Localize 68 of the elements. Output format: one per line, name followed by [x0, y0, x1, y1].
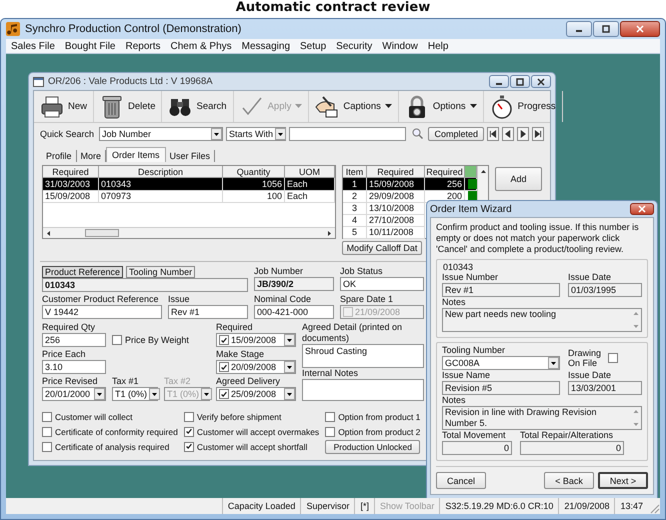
field-label: Price Revised	[42, 376, 99, 387]
table-cell: 3	[343, 202, 367, 215]
table-cell: 5	[343, 226, 367, 239]
table-cell: 29/09/2008	[367, 190, 425, 203]
field-label: Issue Date	[568, 370, 612, 381]
field-label: Agreed Detail (printed on documents)	[302, 322, 404, 344]
field-label: Issue	[168, 294, 191, 305]
field-label: Job Status	[340, 266, 384, 277]
table-cell: Each	[285, 178, 335, 191]
table-cell: 010343	[99, 178, 223, 191]
checkbox-label: Price By Weight	[125, 335, 189, 345]
table-cell: 1	[343, 178, 367, 191]
instructions-text: Confirm product and tooling issue. If this number is empty or does not match your paperwork click 'Cancel' and complete a product/tooling review.	[436, 222, 640, 255]
table-cell: 13/10/2008	[367, 202, 425, 215]
checkbox-label: Option from product 1	[338, 412, 420, 422]
checkbox-label: Customer will collect	[55, 412, 132, 422]
status-section: [*]	[354, 498, 374, 514]
field-label: Issue Name	[442, 370, 492, 381]
table-cell: 15/09/2008	[43, 190, 99, 203]
status-section: Show Toolbar	[374, 498, 440, 514]
checkbox-label: Verify before shipment	[196, 412, 282, 422]
field-label: Nominal Code	[254, 294, 312, 305]
field-label: Customer Product Reference	[42, 294, 160, 305]
field-label: Issue Date	[568, 272, 612, 283]
field-label: Price Each	[42, 349, 87, 360]
field-label: Required	[216, 322, 254, 333]
field-label: Total Movement	[442, 430, 507, 441]
status-section: S32:5.19.29 MD:6.0 CR:10	[439, 498, 558, 514]
field-label: Notes	[442, 297, 467, 308]
checkbox-label: Customer will accept shortfall	[196, 442, 308, 452]
field-label: Required Qty	[42, 322, 96, 333]
field-label: Issue Number	[442, 272, 500, 283]
checkbox-label: Option from product 2	[338, 426, 420, 436]
checkbox-label: Certificate of analysis required	[55, 442, 170, 452]
table-cell: 4	[343, 214, 367, 227]
window-title: Synchro Production Control (Demonstration)	[25, 23, 242, 35]
table-cell: 2	[343, 190, 367, 203]
table-cell: 27/10/2008	[367, 214, 425, 227]
quick-search-label: Quick Search	[40, 128, 94, 138]
dialog-title: Order Item Wizard	[430, 204, 512, 214]
field-label: Notes	[442, 395, 467, 406]
window-title: OR/206 : Vale Products Ltd : V 19968A	[48, 76, 213, 87]
table-cell: 100	[223, 190, 285, 203]
group-title: 010343	[442, 262, 474, 272]
field-label: Job Number	[254, 266, 304, 277]
table-cell: Each	[285, 190, 335, 203]
table-cell: 070973	[99, 190, 223, 203]
table-cell: 256	[425, 178, 465, 191]
status-section: 13:47	[614, 498, 648, 514]
checkbox-label: Drawing On File	[568, 348, 600, 368]
field-label: Tax #1	[112, 376, 140, 387]
field-label: Tax #2	[164, 376, 192, 387]
table-cell: 10/11/2008	[367, 226, 425, 239]
field-label: Total Repair/Alterations	[520, 430, 614, 441]
status-section: Capacity Loaded	[222, 498, 300, 514]
field-label: Agreed Delivery	[216, 376, 282, 387]
status-section: Supervisor	[300, 498, 354, 514]
status-section: 21/09/2008	[558, 498, 614, 514]
checkbox-label: Certificate of conformity required	[55, 426, 178, 436]
field-label: Make Stage	[216, 349, 266, 360]
table-cell: 1056	[223, 178, 285, 191]
field-label: Tooling Number	[442, 345, 506, 356]
field-label: Spare Date 1	[340, 294, 394, 305]
table-cell: 31/03/2003	[43, 178, 99, 191]
table-cell: 15/09/2008	[367, 178, 425, 191]
field-label: Internal Notes	[302, 368, 360, 379]
checkbox-label: Customer will accept overmakes	[196, 426, 320, 436]
page-caption: Automatic contract review	[234, 0, 432, 17]
